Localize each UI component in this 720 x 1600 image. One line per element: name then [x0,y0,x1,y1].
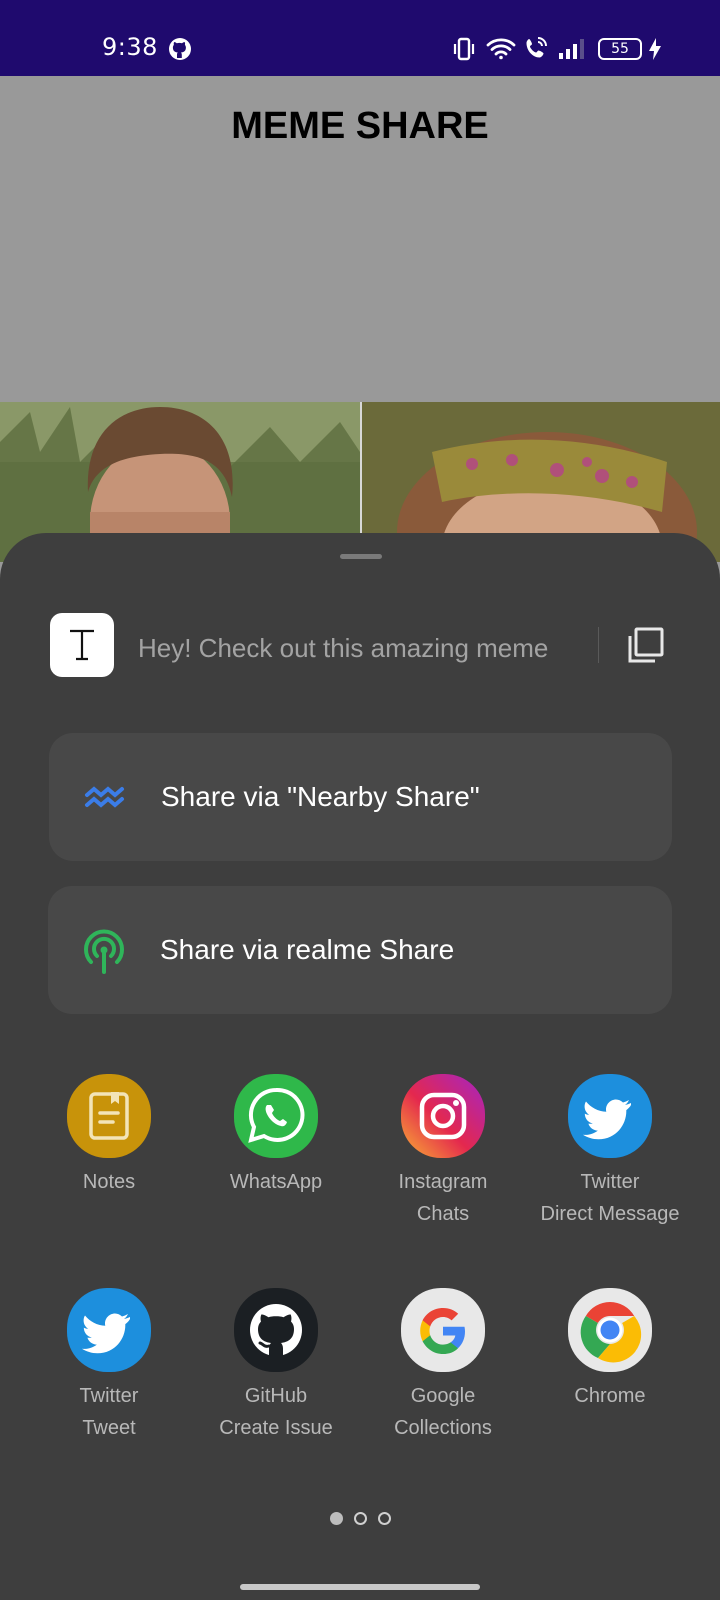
gesture-nav-bar[interactable] [240,1584,480,1590]
share-target-google-collections[interactable]: Google Collections [358,1288,528,1444]
page-indicator [326,1512,396,1528]
page-dot[interactable] [354,1512,367,1525]
share-target-label: Twitter [580,1171,640,1193]
share-target-notes[interactable]: Notes [24,1074,194,1198]
status-time: 9:38 [102,33,158,61]
twitter-icon [568,1074,652,1158]
share-target-sublabel: Collections [394,1417,492,1439]
github-icon [169,38,191,60]
share-target-chrome[interactable]: Chrome [525,1288,695,1412]
nearby-share-label: Share via "Nearby Share" [161,781,480,812]
realme-share-label: Share via realme Share [160,934,455,965]
drag-handle[interactable] [340,554,382,559]
chrome-icon [568,1288,652,1372]
share-preview: Hey! Check out this amazing meme [0,613,720,679]
vibrate-icon [453,37,475,61]
share-target-label: Notes [82,1171,136,1193]
charging-icon [649,38,661,60]
share-target-label: Google [410,1385,476,1407]
share-target-label: Instagram [398,1171,488,1193]
text-format-icon [70,629,94,661]
share-target-twitter-dm[interactable]: Twitter Direct Message [525,1074,695,1230]
wifi-icon [486,38,516,60]
share-target-sublabel: Create Issue [219,1417,333,1439]
share-preview-text: Hey! Check out this amazing meme [138,633,549,663]
twitter-icon [67,1288,151,1372]
text-preview-thumbnail [50,613,114,677]
wifi-calling-icon [526,37,547,58]
share-target-label: Chrome [574,1385,646,1407]
app-title: MEME SHARE [231,105,489,147]
battery-level: 55 [611,41,629,57]
share-target-label: GitHub [244,1385,308,1407]
signal-icon [559,39,584,59]
share-target-twitter-tweet[interactable]: Twitter Tweet [24,1288,194,1444]
share-target-whatsapp[interactable]: WhatsApp [191,1074,361,1198]
copy-icon[interactable] [624,623,668,667]
share-target-sublabel: Direct Message [540,1203,680,1225]
instagram-icon [401,1074,485,1158]
nearby-share-button[interactable]: Share via "Nearby Share" [49,733,672,861]
whatsapp-icon [234,1074,318,1158]
notes-icon [67,1074,151,1158]
realme-share-icon [84,929,124,974]
share-target-instagram-chats[interactable]: Instagram Chats [358,1074,528,1230]
status-bar: 9:38 55 [0,0,720,76]
share-sheet: Hey! Check out this amazing meme Share v… [0,533,720,1600]
share-target-github-issue[interactable]: GitHub Create Issue [191,1288,361,1444]
battery-icon: 55 [598,38,642,60]
share-target-sublabel: Chats [416,1203,470,1225]
share-target-sublabel: Tweet [82,1417,136,1439]
share-target-label: Twitter [79,1385,139,1407]
realme-share-button[interactable]: Share via realme Share [48,886,672,1014]
page-dot-active[interactable] [330,1512,343,1525]
github-icon [234,1288,318,1372]
google-icon [401,1288,485,1372]
nearby-share-icon [85,786,124,808]
page-dot[interactable] [378,1512,391,1525]
preview-divider [598,627,599,663]
share-target-label: WhatsApp [229,1171,323,1193]
